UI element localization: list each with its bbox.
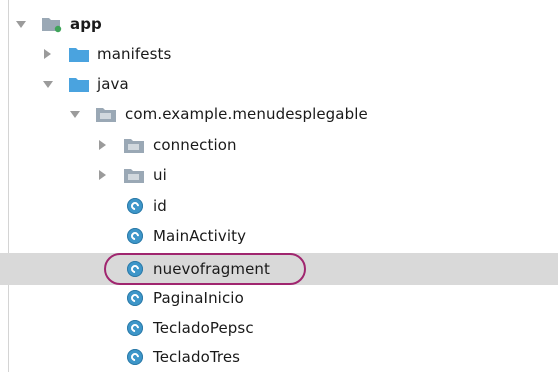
tree-row-java[interactable]: java <box>0 69 558 99</box>
expand-arrow-down-icon[interactable] <box>43 81 53 88</box>
class-icon <box>127 228 143 244</box>
tree-label-tecladopepsc: TecladoPepsc <box>153 319 254 337</box>
tree-label-java: java <box>97 75 129 93</box>
tree-label-tecladotres: TecladoTres <box>153 348 241 366</box>
tree-label-connection: connection <box>153 136 237 154</box>
tree-row-nuevofragment-selected[interactable]: nuevofragment <box>0 253 558 285</box>
class-icon <box>127 261 143 277</box>
expand-arrow-right-icon[interactable] <box>99 140 106 150</box>
tree-row-package-root[interactable]: com.example.menudesplegable <box>0 99 558 129</box>
class-icon <box>127 198 143 214</box>
tree-label-package-root: com.example.menudesplegable <box>125 105 368 123</box>
expand-arrow-down-icon[interactable] <box>16 21 26 28</box>
tree-label-paginainicio: PaginaInicio <box>153 289 244 307</box>
class-icon <box>127 349 143 365</box>
tree-row-paginainicio[interactable]: PaginaInicio <box>0 283 558 313</box>
tree-label-id: id <box>153 197 167 215</box>
module-folder-icon <box>42 18 62 33</box>
folder-icon <box>69 48 89 62</box>
tree-label-app: app <box>70 15 102 33</box>
class-icon <box>127 320 143 336</box>
tree-row-manifests[interactable]: manifests <box>0 39 558 69</box>
tree-row-mainactivity[interactable]: MainActivity <box>0 221 558 251</box>
project-tree-panel: app manifests java com.example.menudespl… <box>0 0 558 372</box>
expand-arrow-right-icon[interactable] <box>44 49 51 59</box>
folder-icon <box>69 78 89 92</box>
expand-arrow-down-icon[interactable] <box>70 111 80 118</box>
tree-row-app[interactable]: app <box>0 9 558 39</box>
tree-row-ui[interactable]: ui <box>0 160 558 190</box>
package-icon <box>96 108 116 122</box>
tree-row-id[interactable]: id <box>0 191 558 221</box>
package-icon <box>124 139 144 153</box>
tree-row-tecladotres[interactable]: TecladoTres <box>0 342 558 372</box>
package-icon <box>124 169 144 183</box>
tree-label-manifests: manifests <box>97 45 172 63</box>
tree-row-connection[interactable]: connection <box>0 130 558 160</box>
class-icon <box>127 290 143 306</box>
tree-label-mainactivity: MainActivity <box>153 227 247 245</box>
tree-label-nuevofragment: nuevofragment <box>153 260 270 278</box>
expand-arrow-right-icon[interactable] <box>99 170 106 180</box>
tree-row-tecladopepsc[interactable]: TecladoPepsc <box>0 313 558 343</box>
tree-label-ui: ui <box>153 166 167 184</box>
